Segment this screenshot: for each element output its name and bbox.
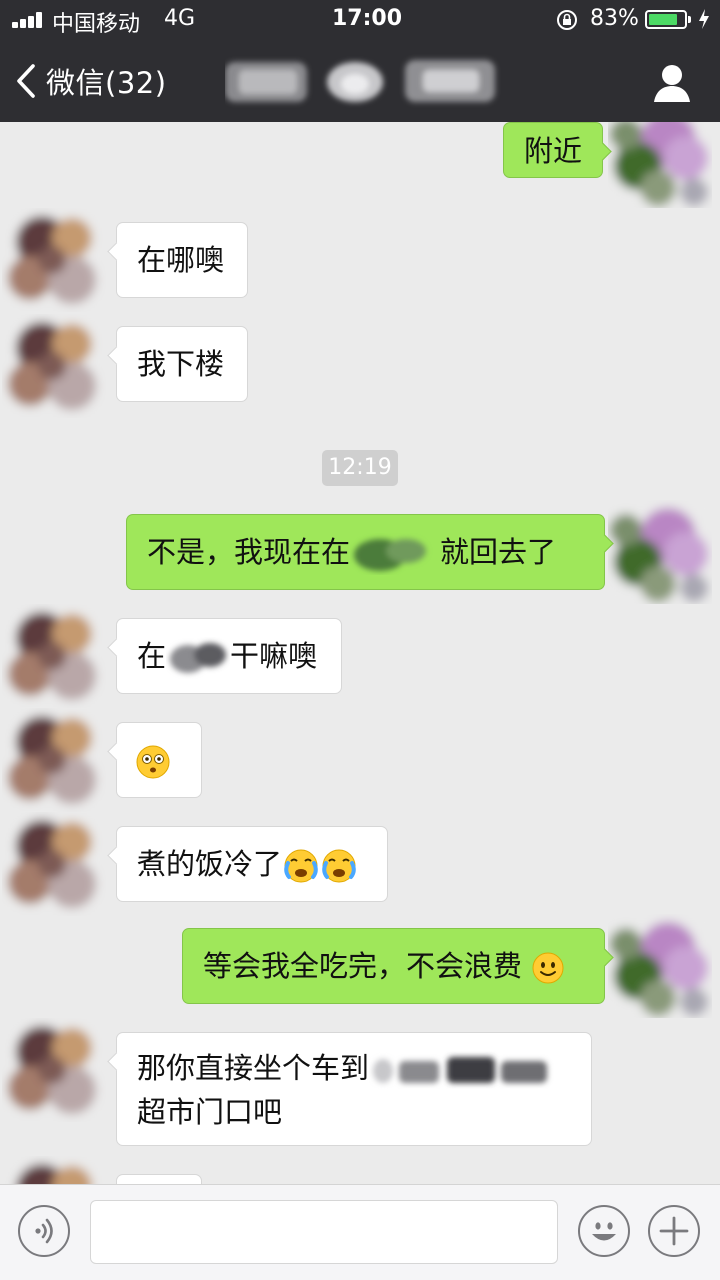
emoji-button[interactable] bbox=[578, 1205, 630, 1257]
voice-button[interactable] bbox=[18, 1205, 70, 1257]
message-bubble[interactable]: 在 干嘛噢 bbox=[116, 618, 342, 694]
avatar[interactable] bbox=[2, 708, 106, 812]
message-text: 超市门口吧 bbox=[137, 1095, 283, 1129]
voice-icon bbox=[35, 1218, 53, 1244]
carrier-name: 中国移动 bbox=[52, 12, 141, 37]
plus-icon bbox=[659, 1216, 689, 1246]
avatar[interactable] bbox=[608, 914, 712, 1018]
battery-icon bbox=[645, 10, 691, 29]
smiley-icon bbox=[592, 1222, 616, 1241]
redacted-location bbox=[354, 539, 427, 571]
avatar[interactable] bbox=[2, 812, 106, 916]
battery-percent: 83% bbox=[590, 6, 639, 31]
message-bubble[interactable]: 附近 bbox=[503, 122, 603, 178]
message-text: 就回去了 bbox=[440, 535, 557, 569]
message-bubble[interactable] bbox=[116, 1174, 202, 1184]
message-bubble[interactable] bbox=[116, 722, 202, 798]
status-time: 17:00 bbox=[332, 6, 403, 31]
status-bar: 中国移动 4G 17:00 83% bbox=[0, 0, 720, 40]
message-bubble[interactable]: 等会我全吃完，不会浪费 bbox=[182, 928, 605, 1004]
message-bubble[interactable]: 煮的饭冷了 bbox=[116, 826, 388, 902]
crying-face-icon bbox=[284, 849, 318, 883]
message-text: 那你直接坐个车到 bbox=[137, 1051, 370, 1085]
avatar[interactable] bbox=[2, 314, 106, 418]
charging-bolt-icon bbox=[699, 9, 709, 29]
avatar[interactable] bbox=[2, 604, 106, 708]
message-bubble[interactable]: 不是，我现在在 就回去了 bbox=[126, 514, 605, 590]
chat-area[interactable]: 附近 在哪噢 我下楼 12:19 不是，我现在在 就回去了 在 干嘛噢 煮的饭冷… bbox=[0, 122, 720, 1184]
input-bar bbox=[0, 1184, 720, 1280]
smiling-face-icon bbox=[532, 952, 564, 984]
message-text: 煮的饭冷了 bbox=[137, 847, 283, 881]
more-button[interactable] bbox=[648, 1205, 700, 1257]
message-input[interactable] bbox=[90, 1200, 558, 1264]
message-text: 干嘛噢 bbox=[230, 639, 318, 673]
signal-strength-icon bbox=[12, 12, 46, 28]
network-type: 4G bbox=[164, 6, 196, 31]
battery-level bbox=[649, 14, 677, 25]
message-line: 那你直接坐个车到 bbox=[137, 1047, 571, 1091]
rotation-lock-icon bbox=[557, 10, 577, 30]
avatar[interactable] bbox=[608, 122, 712, 208]
message-bubble[interactable]: 在哪噢 bbox=[116, 222, 248, 298]
back-label: 微信(32) bbox=[46, 66, 167, 100]
message-text: 在哪噢 bbox=[137, 243, 225, 277]
avatar[interactable] bbox=[2, 208, 106, 312]
message-text: 等会我全吃完，不会浪费 bbox=[203, 949, 523, 983]
back-button[interactable]: 微信(32) bbox=[14, 60, 167, 102]
avatar[interactable] bbox=[2, 1156, 106, 1184]
message-bubble[interactable]: 我下楼 bbox=[116, 326, 248, 402]
message-text: 附近 bbox=[524, 134, 583, 168]
chevron-left-icon bbox=[17, 64, 35, 98]
avatar[interactable] bbox=[2, 1018, 106, 1122]
top-bar: 中国移动 4G 17:00 83% 微信(32) bbox=[0, 0, 720, 122]
redacted-location bbox=[373, 1057, 548, 1083]
timestamp-label: 12:19 bbox=[322, 450, 398, 486]
message-text: 我下楼 bbox=[137, 347, 225, 381]
nav-bar: 微信(32) bbox=[0, 40, 720, 122]
person-icon[interactable] bbox=[648, 58, 696, 106]
avatar[interactable] bbox=[608, 500, 712, 604]
redacted-chat-title bbox=[225, 60, 495, 102]
message-line: 超市门口吧 bbox=[137, 1091, 571, 1133]
message-text: 不是，我现在在 bbox=[147, 535, 351, 569]
message-bubble[interactable]: 那你直接坐个车到 超市门口吧 bbox=[116, 1032, 592, 1146]
crying-face-icon bbox=[322, 849, 356, 883]
message-text: 在 bbox=[137, 639, 167, 673]
flushed-face-icon bbox=[136, 745, 170, 779]
redacted-location bbox=[170, 643, 227, 673]
